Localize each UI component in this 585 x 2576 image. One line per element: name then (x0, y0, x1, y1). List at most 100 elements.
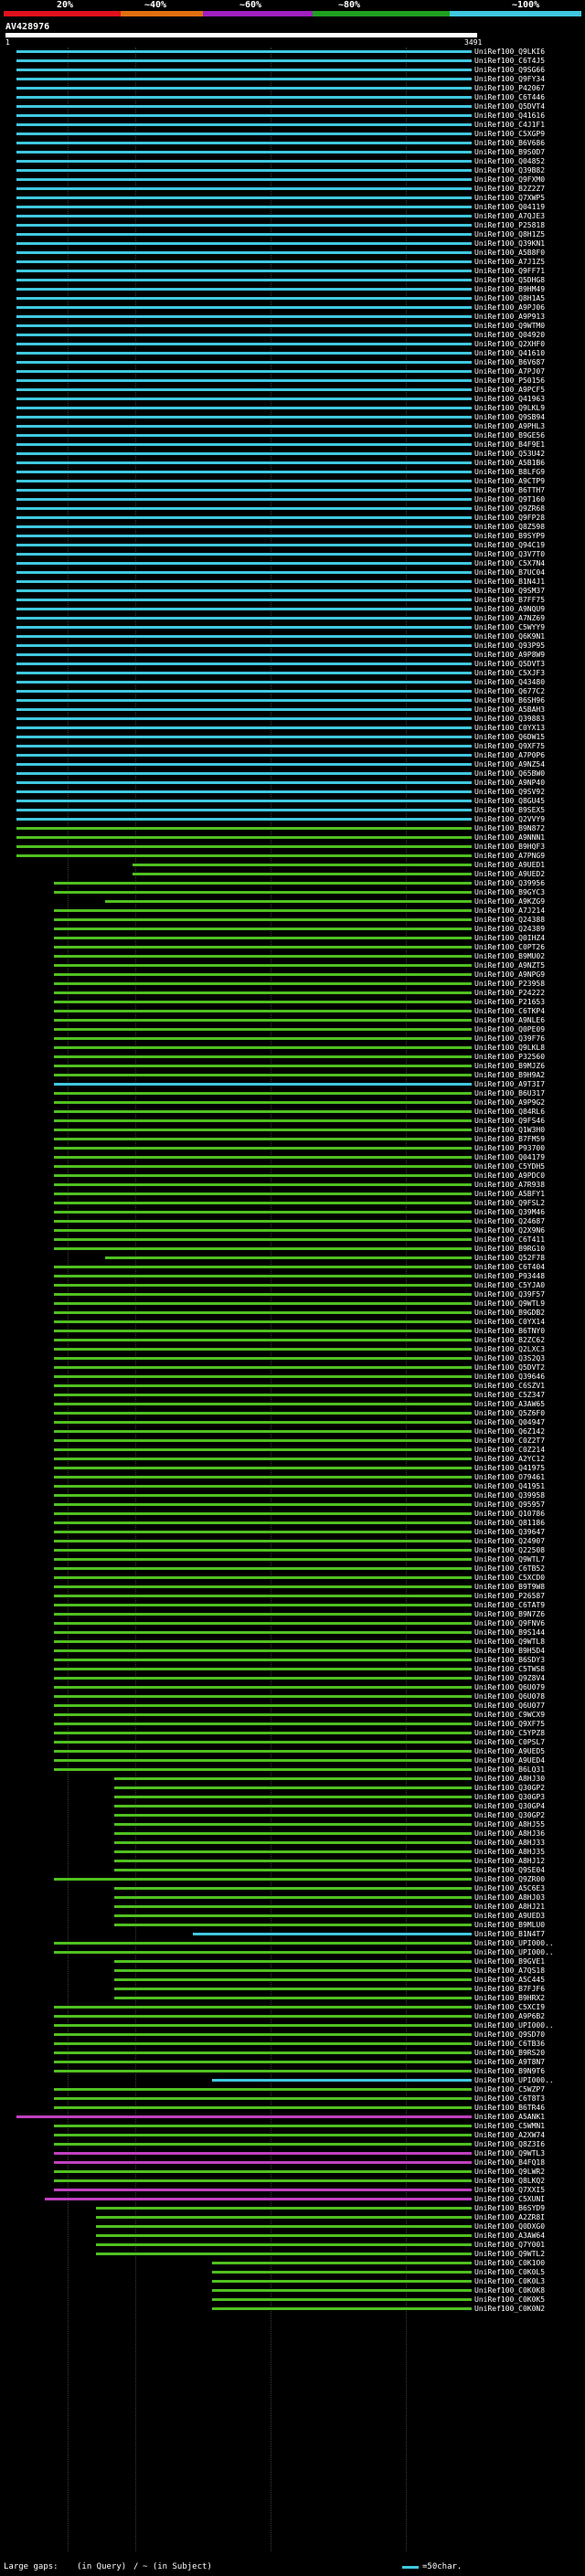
hit-bar[interactable] (16, 224, 472, 227)
hit-row[interactable]: UniRef100_A9P8W9 (0, 651, 585, 660)
hit-bar[interactable] (53, 1704, 472, 1707)
hit-label[interactable]: UniRef100_B9MLU0 (474, 1921, 545, 1930)
hit-row[interactable]: UniRef100_Q9SD70 (0, 2030, 585, 2040)
hit-row[interactable]: UniRef100_B4F9E1 (0, 440, 585, 450)
hit-row[interactable]: UniRef100_A5ANK1 (0, 2113, 585, 2122)
hit-row[interactable]: UniRef100_P50156 (0, 376, 585, 386)
hit-row[interactable]: UniRef100_Q24389 (0, 925, 585, 934)
hit-row[interactable]: UniRef100_B6V687 (0, 358, 585, 367)
hit-label[interactable]: UniRef100_Q9ZR68 (474, 504, 545, 514)
hit-label[interactable]: UniRef100_A8HJ30 (474, 1775, 545, 1784)
hit-row[interactable]: UniRef100_A9KZG9 (0, 897, 585, 906)
hit-label[interactable]: UniRef100_Q8Z3I6 (474, 2140, 545, 2149)
hit-bar[interactable] (16, 571, 472, 574)
hit-label[interactable]: UniRef100_C5XGP9 (474, 130, 545, 139)
hit-bar[interactable] (113, 1832, 472, 1835)
hit-label[interactable]: UniRef100_Q8Z598 (474, 523, 545, 532)
hit-bar[interactable] (16, 324, 472, 327)
hit-row[interactable]: UniRef100_A9UED2 (0, 870, 585, 879)
hit-bar[interactable] (16, 827, 472, 830)
hit-row[interactable]: UniRef100_Q677C2 (0, 687, 585, 696)
hit-bar[interactable] (53, 882, 472, 885)
hit-row[interactable]: UniRef100_A7QJE3 (0, 212, 585, 221)
hit-row[interactable]: UniRef100_A9P9G2 (0, 1098, 585, 1108)
hit-label[interactable]: UniRef100_A3AW64 (474, 2231, 545, 2241)
hit-row[interactable]: UniRef100_Q6Z142 (0, 1427, 585, 1436)
hit-row[interactable]: UniRef100_C5YDH5 (0, 1162, 585, 1171)
hit-row[interactable]: UniRef100_B6TTH7 (0, 486, 585, 495)
hit-bar[interactable] (53, 1695, 472, 1698)
hit-bar[interactable] (53, 1951, 472, 1954)
hit-row[interactable]: UniRef100_Q9FF71 (0, 267, 585, 276)
hit-label[interactable]: UniRef100_Q9XF75 (474, 742, 545, 751)
hit-label[interactable]: UniRef100_Q53U42 (474, 450, 545, 459)
hit-bar[interactable] (16, 489, 472, 492)
hit-label[interactable]: UniRef100_P93700 (474, 1144, 545, 1153)
hit-bar[interactable] (53, 1046, 472, 1049)
hit-row[interactable]: UniRef100_A9T3I7 (0, 1080, 585, 1089)
hit-bar[interactable] (53, 1768, 472, 1771)
hit-label[interactable]: UniRef100_C6TAT9 (474, 1601, 545, 1610)
hit-bar[interactable] (53, 2015, 472, 2018)
hit-label[interactable]: UniRef100_C5TWS8 (474, 1665, 545, 1674)
hit-row[interactable]: UniRef100_Q9FXM0 (0, 175, 585, 185)
hit-label[interactable]: UniRef100_Q8H1A5 (474, 294, 545, 303)
hit-row[interactable]: UniRef100_A8HJ35 (0, 1848, 585, 1857)
hit-bar[interactable] (53, 1467, 472, 1469)
hit-bar[interactable] (113, 1869, 472, 1871)
hit-bar[interactable] (16, 461, 472, 464)
hit-label[interactable]: UniRef100_A5C6E3 (474, 1884, 545, 1893)
hit-label[interactable]: UniRef100_A9UED4 (474, 1756, 545, 1765)
hit-row[interactable]: UniRef100_P93448 (0, 1272, 585, 1281)
hit-row[interactable]: UniRef100_A9UED3 (0, 1912, 585, 1921)
hit-label[interactable]: UniRef100_B6SYD9 (474, 2204, 545, 2213)
hit-bar[interactable] (53, 1750, 472, 1753)
hit-label[interactable]: UniRef100_P24222 (474, 989, 545, 998)
hit-row[interactable]: UniRef100_Q9WTL3 (0, 2149, 585, 2158)
hit-bar[interactable] (16, 50, 472, 53)
hit-label[interactable]: UniRef100_B2Z2Z7 (474, 185, 545, 194)
hit-bar[interactable] (53, 2042, 472, 2045)
hit-bar[interactable] (44, 2198, 472, 2200)
hit-label[interactable]: UniRef100_C5YDH5 (474, 1162, 545, 1171)
hit-label[interactable]: UniRef100_B9H9A2 (474, 1071, 545, 1080)
hit-label[interactable]: UniRef100_Q9WTL8 (474, 1638, 545, 1647)
hit-row[interactable]: UniRef100_A9NZT5 (0, 961, 585, 970)
hit-row[interactable]: UniRef100_Q8Z3I6 (0, 2140, 585, 2149)
hit-row[interactable]: UniRef100_Q10786 (0, 1510, 585, 1519)
hit-label[interactable]: UniRef100_Q81186 (474, 1519, 545, 1528)
hit-bar[interactable] (53, 1330, 472, 1332)
hit-row[interactable]: UniRef100_Q8Z598 (0, 523, 585, 532)
hit-bar[interactable] (16, 105, 472, 108)
hit-label[interactable]: UniRef100_Q24389 (474, 925, 545, 934)
hit-label[interactable]: UniRef100_A7QS18 (474, 1966, 545, 1976)
hit-bar[interactable] (53, 2106, 472, 2109)
hit-bar[interactable] (113, 1786, 472, 1789)
hit-bar[interactable] (53, 1357, 472, 1360)
hit-row[interactable]: UniRef100_Q39M46 (0, 1208, 585, 1217)
hit-label[interactable]: UniRef100_Q2XHF0 (474, 340, 545, 349)
hit-bar[interactable] (53, 2179, 472, 2182)
hit-bar[interactable] (53, 1540, 472, 1542)
hit-label[interactable]: UniRef100_A7P0P6 (474, 751, 545, 760)
hit-bar[interactable] (16, 279, 472, 281)
hit-row[interactable]: UniRef100_UPI000.. (0, 2076, 585, 2085)
hit-row[interactable]: UniRef100_A5BAH3 (0, 705, 585, 715)
hit-row[interactable]: UniRef100_A8HJ30 (0, 1775, 585, 1784)
hit-label[interactable]: UniRef100_C5XCD0 (474, 1574, 545, 1583)
hit-bar[interactable] (211, 2289, 472, 2292)
hit-row[interactable]: UniRef100_Q6K9N1 (0, 632, 585, 641)
hit-label[interactable]: UniRef100_Q6U078 (474, 1692, 545, 1701)
hit-row[interactable]: UniRef100_B7FF75 (0, 596, 585, 605)
hit-label[interactable]: UniRef100_Q8GU45 (474, 797, 545, 806)
hit-label[interactable]: UniRef100_B9SYP9 (474, 532, 545, 541)
hit-row[interactable]: UniRef100_Q3S2Q3 (0, 1354, 585, 1363)
hit-label[interactable]: UniRef100_A7J214 (474, 906, 545, 916)
hit-label[interactable]: UniRef100_Q3S2Q3 (474, 1354, 545, 1363)
hit-row[interactable]: UniRef100_C6SZV1 (0, 1382, 585, 1391)
hit-row[interactable]: UniRef100_Q24687 (0, 1217, 585, 1226)
hit-bar[interactable] (133, 864, 472, 866)
hit-row[interactable]: UniRef100_B6TNY0 (0, 1327, 585, 1336)
hit-bar[interactable] (113, 1841, 472, 1844)
hit-label[interactable]: UniRef100_C0Z214 (474, 1446, 545, 1455)
